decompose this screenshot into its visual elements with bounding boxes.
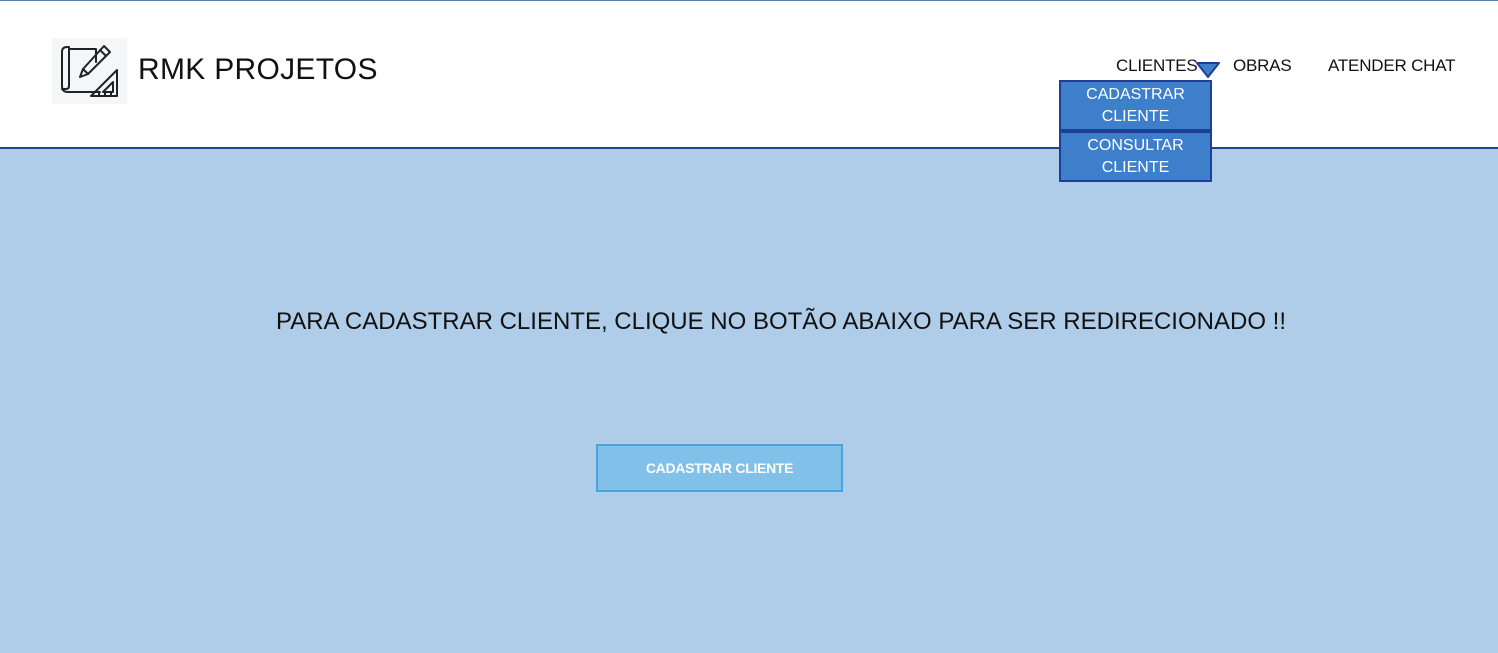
- logo[interactable]: [52, 38, 127, 104]
- menu-item-cadastrar-cliente[interactable]: CADASTRAR CLIENTE: [1059, 80, 1212, 131]
- brand-title: RMK PROJETOS: [138, 53, 378, 86]
- triangle-down-icon[interactable]: [1196, 61, 1220, 79]
- nav-atender-chat[interactable]: ATENDER CHAT: [1328, 56, 1456, 76]
- nav-clientes[interactable]: CLIENTES: [1116, 56, 1198, 76]
- instruction-message: PARA CADASTRAR CLIENTE, CLIQUE NO BOTÃO …: [275, 308, 1286, 335]
- nav-obras[interactable]: OBRAS: [1233, 56, 1292, 76]
- blueprint-pencil-ruler-icon: [61, 45, 118, 97]
- menu-item-consultar-cliente[interactable]: CONSULTAR CLIENTE: [1059, 131, 1212, 182]
- site-header: RMK PROJETOS CLIENTES OBRAS ATENDER CHAT: [0, 0, 1498, 149]
- cadastrar-cliente-button[interactable]: CADASTRAR CLIENTE: [596, 444, 843, 492]
- clientes-dropdown-menu: CADASTRAR CLIENTE CONSULTAR CLIENTE: [1059, 80, 1212, 182]
